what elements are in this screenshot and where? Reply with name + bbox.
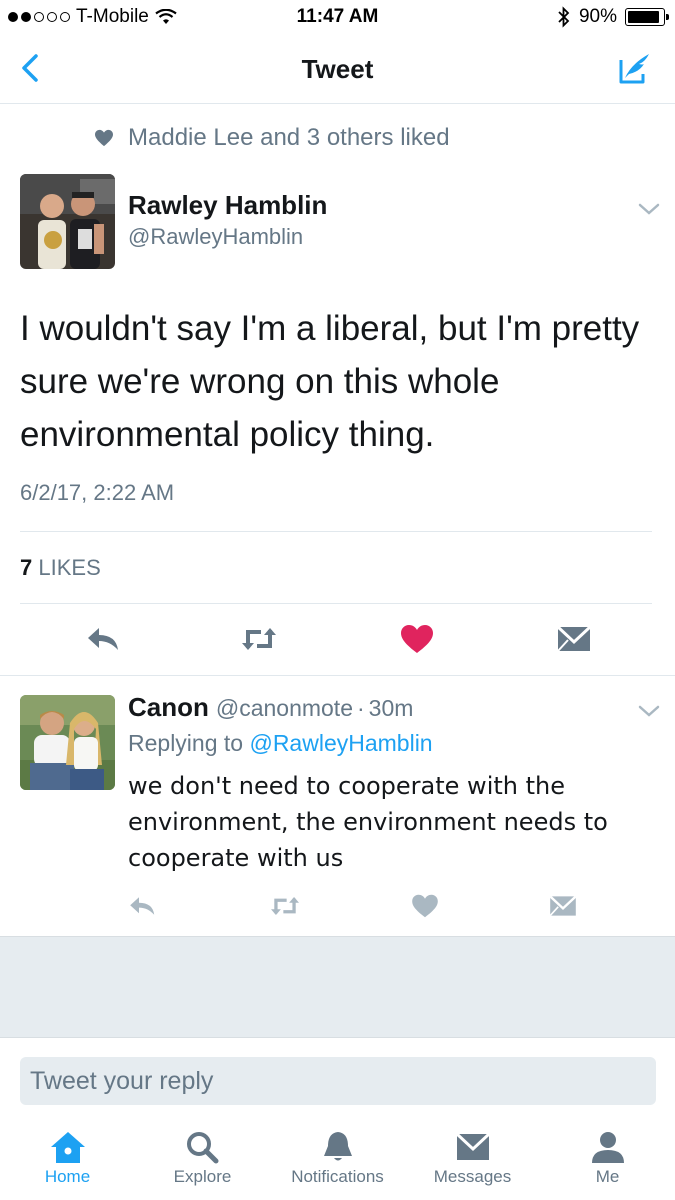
reply-icon[interactable] [127, 892, 159, 920]
tab-label: Explore [173, 1167, 232, 1186]
likes-label: LIKES [38, 555, 101, 580]
reply-author-handle[interactable]: @canonmote [216, 695, 353, 721]
bell-icon [323, 1132, 352, 1161]
replying-prefix: Replying to [128, 730, 244, 756]
tweet-text: I wouldn't say I'm a liberal, but I'm pr… [20, 309, 640, 454]
person-icon [591, 1132, 624, 1163]
divider [20, 603, 652, 604]
battery-level [628, 11, 659, 23]
tab-home[interactable]: Home [0, 1130, 135, 1200]
divider [20, 531, 652, 532]
reply-author-photo [20, 695, 115, 790]
author-photo [20, 174, 115, 269]
heart-icon [95, 129, 113, 147]
compose-tweet-icon[interactable] [613, 48, 653, 88]
author-name[interactable]: Rawley Hamblin [128, 190, 327, 221]
direct-message-icon[interactable] [554, 622, 594, 656]
author-avatar[interactable] [20, 174, 115, 269]
tab-bar: Home Explore Notifications Messages Me [0, 1122, 675, 1200]
social-context-text: Maddie Lee and 3 others liked [128, 124, 450, 151]
bluetooth-icon [558, 6, 570, 28]
battery-icon [625, 8, 669, 26]
search-icon [186, 1132, 218, 1164]
reply-author-avatar[interactable] [20, 695, 115, 790]
reply-time-ago: 30m [368, 695, 414, 721]
tab-label: Notifications [291, 1167, 384, 1186]
status-right: 90% [557, 6, 669, 28]
tab-label: Home [44, 1167, 91, 1186]
reply-input[interactable] [20, 1057, 656, 1105]
direct-message-icon[interactable] [547, 892, 579, 920]
tweet-timestamp: 6/2/17, 2:22 AM [20, 480, 175, 505]
tab-messages[interactable]: Messages [405, 1130, 540, 1200]
tab-notifications[interactable]: Notifications [270, 1130, 405, 1200]
meta-separator: · [357, 695, 365, 721]
chevron-down-icon[interactable] [637, 201, 661, 217]
like-icon[interactable] [409, 892, 441, 920]
battery-percent: 90% [578, 6, 617, 27]
home-icon [50, 1132, 85, 1163]
empty-area [0, 936, 675, 1037]
retweet-icon[interactable] [239, 622, 279, 656]
tab-explore[interactable]: Explore [135, 1130, 270, 1200]
reply-text: we don't need to cooperate with the envi… [128, 772, 608, 872]
tab-label: Me [595, 1167, 620, 1186]
status-bar: T-Mobile 11:47 AM 90% [0, 0, 675, 34]
envelope-icon [455, 1132, 490, 1160]
tab-me[interactable]: Me [540, 1130, 675, 1200]
replying-to: Replying to @RawleyHamblin [128, 730, 433, 757]
author-handle[interactable]: @RawleyHamblin [128, 224, 303, 250]
like-icon[interactable] [397, 622, 437, 656]
reply-header: Canon @canonmote · 30m [128, 692, 413, 723]
nav-bar: Tweet [0, 34, 675, 104]
divider [0, 675, 675, 676]
chevron-down-icon[interactable] [637, 703, 661, 719]
likes-count[interactable]: 7 LIKES [20, 555, 101, 581]
retweet-icon[interactable] [268, 892, 302, 920]
replying-to-link[interactable]: @RawleyHamblin [249, 730, 432, 756]
social-context: Maddie Lee and 3 others liked [94, 124, 450, 152]
page-title: Tweet [301, 54, 374, 84]
likes-number: 7 [20, 555, 33, 580]
reply-icon[interactable] [84, 622, 124, 656]
reply-author-name[interactable]: Canon [128, 692, 209, 722]
tab-label: Messages [433, 1167, 512, 1186]
